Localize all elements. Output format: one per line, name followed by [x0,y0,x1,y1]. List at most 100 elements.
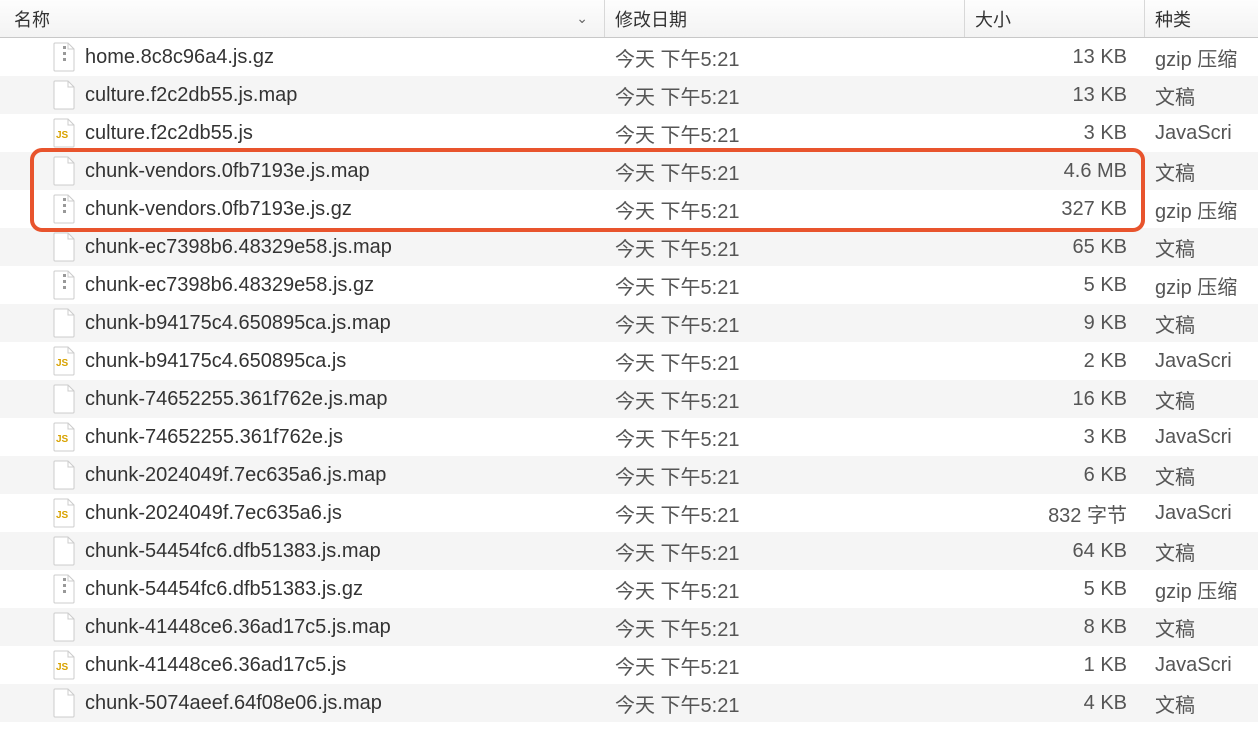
file-kind-cell: JavaScri [1145,502,1258,525]
file-row[interactable]: chunk-b94175c4.650895ca.js.map 今天 下午5:219… [0,304,1258,342]
file-row[interactable]: chunk-2024049f.7ec635a6.js.map今天 下午5:216… [0,456,1258,494]
file-row[interactable]: chunk-ec7398b6.48329e58.js.map今天 下午5:216… [0,228,1258,266]
file-name-label: culture.f2c2db55.js [85,122,253,145]
file-size-cell: 4 KB [965,692,1145,715]
file-name-label: chunk-vendors.0fb7193e.js.map [85,160,370,183]
file-row[interactable]: chunk-41448ce6.36ad17c5.js.map今天 下午5:218… [0,608,1258,646]
file-kind-cell: 文稿 [1145,157,1258,186]
file-name-label: chunk-74652255.361f762e.js [85,426,343,449]
gz-file-icon [52,194,77,224]
file-row[interactable]: chunk-vendors.0fb7193e.js.map今天 下午5:214.… [0,152,1258,190]
js-file-icon: JS [52,346,77,376]
file-row[interactable]: chunk-ec7398b6.48329e58.js.gz今天 下午5:215 … [0,266,1258,304]
file-row[interactable]: JS culture.f2c2db55.js 今天 下午5:213 KBJavaSc… [0,114,1258,152]
file-kind-cell: JavaScri [1145,122,1258,145]
file-row[interactable]: culture.f2c2db55.js.map今天 下午5:2113 KB文稿 [0,76,1258,114]
file-name-label: culture.f2c2db55.js.map [85,84,297,107]
svg-text:JS: JS [56,434,69,445]
file-size-cell: 5 KB [965,274,1145,297]
column-header-name-label: 名称 [14,6,50,32]
file-name-label: chunk-54454fc6.dfb51383.js.map [85,540,381,563]
file-name-label: chunk-41448ce6.36ad17c5.js [85,654,346,677]
svg-text:JS: JS [56,662,69,673]
file-kind-cell: gzip 压缩 [1145,195,1258,224]
doc-file-icon [52,688,77,718]
file-kind-cell: 文稿 [1145,689,1258,718]
file-row[interactable]: chunk-54454fc6.dfb51383.js.map今天 下午5:216… [0,532,1258,570]
svg-text:JS: JS [56,510,69,521]
file-name-cell: chunk-ec7398b6.48329e58.js.map [0,232,605,262]
file-size-cell: 4.6 MB [965,160,1145,183]
file-name-cell: chunk-74652255.361f762e.js.map [0,384,605,414]
file-row[interactable]: chunk-vendors.0fb7193e.js.gz今天 下午5:21327… [0,190,1258,228]
file-kind-cell: JavaScri [1145,426,1258,449]
file-size-cell: 2 KB [965,350,1145,373]
file-name-cell: JS chunk-b94175c4.650895ca.js [0,346,605,376]
file-size-cell: 3 KB [965,426,1145,449]
file-kind-cell: 文稿 [1145,233,1258,262]
column-header-size[interactable]: 大小 [965,0,1145,37]
file-date-cell: 今天 下午5:21 [605,499,965,528]
file-name-label: home.8c8c96a4.js.gz [85,46,274,69]
file-size-cell: 3 KB [965,122,1145,145]
file-name-cell: chunk-vendors.0fb7193e.js.gz [0,194,605,224]
file-name-cell: chunk-5074aeef.64f08e06.js.map [0,688,605,718]
file-date-cell: 今天 下午5:21 [605,651,965,680]
js-file-icon: JS [52,422,77,452]
file-date-cell: 今天 下午5:21 [605,309,965,338]
file-date-cell: 今天 下午5:21 [605,43,965,72]
file-size-cell: 65 KB [965,236,1145,259]
file-date-cell: 今天 下午5:21 [605,575,965,604]
gz-file-icon [52,270,77,300]
file-date-cell: 今天 下午5:21 [605,195,965,224]
file-name-cell: JS chunk-2024049f.7ec635a6.js [0,498,605,528]
file-name-cell: chunk-b94175c4.650895ca.js.map [0,308,605,338]
gz-file-icon [52,574,77,604]
file-date-cell: 今天 下午5:21 [605,233,965,262]
file-kind-cell: 文稿 [1145,309,1258,338]
gz-file-icon [52,42,77,72]
file-row[interactable]: JSchunk-41448ce6.36ad17c5.js今天 下午5:211 K… [0,646,1258,684]
doc-file-icon [52,308,77,338]
file-size-cell: 64 KB [965,540,1145,563]
file-kind-cell: gzip 压缩 [1145,43,1258,72]
file-row[interactable]: chunk-5074aeef.64f08e06.js.map今天 下午5:214… [0,684,1258,722]
sort-indicator-icon: ⌄ [576,10,588,27]
file-name-label: chunk-b94175c4.650895ca.js.map [85,312,391,335]
file-size-cell: 9 KB [965,312,1145,335]
file-kind-cell: JavaScri [1145,654,1258,677]
file-row[interactable]: home.8c8c96a4.js.gz 今天 下午5:2113 KBgzip 压缩 [0,38,1258,76]
js-file-icon: JS [52,118,77,148]
file-size-cell: 13 KB [965,46,1145,69]
doc-file-icon [52,460,77,490]
file-row[interactable]: JSchunk-b94175c4.650895ca.js今天 下午5:212 K… [0,342,1258,380]
file-kind-cell: 文稿 [1145,81,1258,110]
file-name-cell: chunk-54454fc6.dfb51383.js.gz [0,574,605,604]
column-header-row: 名称 ⌄ 修改日期 大小 种类 [0,0,1258,38]
column-header-kind[interactable]: 种类 [1145,0,1258,37]
file-name-label: chunk-2024049f.7ec635a6.js.map [85,464,386,487]
file-name-cell: chunk-41448ce6.36ad17c5.js.map [0,612,605,642]
file-name-label: chunk-5074aeef.64f08e06.js.map [85,692,382,715]
file-kind-cell: 文稿 [1145,537,1258,566]
file-name-label: chunk-b94175c4.650895ca.js [85,350,346,373]
file-name-cell: chunk-2024049f.7ec635a6.js.map [0,460,605,490]
file-date-cell: 今天 下午5:21 [605,613,965,642]
file-row[interactable]: chunk-54454fc6.dfb51383.js.gz今天 下午5:215 … [0,570,1258,608]
file-name-cell: JS culture.f2c2db55.js [0,118,605,148]
column-header-name[interactable]: 名称 ⌄ [0,0,605,37]
file-row[interactable]: chunk-74652255.361f762e.js.map今天 下午5:211… [0,380,1258,418]
file-row[interactable]: JSchunk-74652255.361f762e.js今天 下午5:213 K… [0,418,1258,456]
column-header-date[interactable]: 修改日期 [605,0,965,37]
file-row[interactable]: JSchunk-2024049f.7ec635a6.js今天 下午5:21832… [0,494,1258,532]
doc-file-icon [52,156,77,186]
file-size-cell: 327 KB [965,198,1145,221]
js-file-icon: JS [52,650,77,680]
doc-file-icon [52,232,77,262]
doc-file-icon [52,612,77,642]
file-name-cell: chunk-vendors.0fb7193e.js.map [0,156,605,186]
file-name-label: chunk-2024049f.7ec635a6.js [85,502,342,525]
file-name-label: chunk-41448ce6.36ad17c5.js.map [85,616,391,639]
file-date-cell: 今天 下午5:21 [605,119,965,148]
file-kind-cell: gzip 压缩 [1145,271,1258,300]
